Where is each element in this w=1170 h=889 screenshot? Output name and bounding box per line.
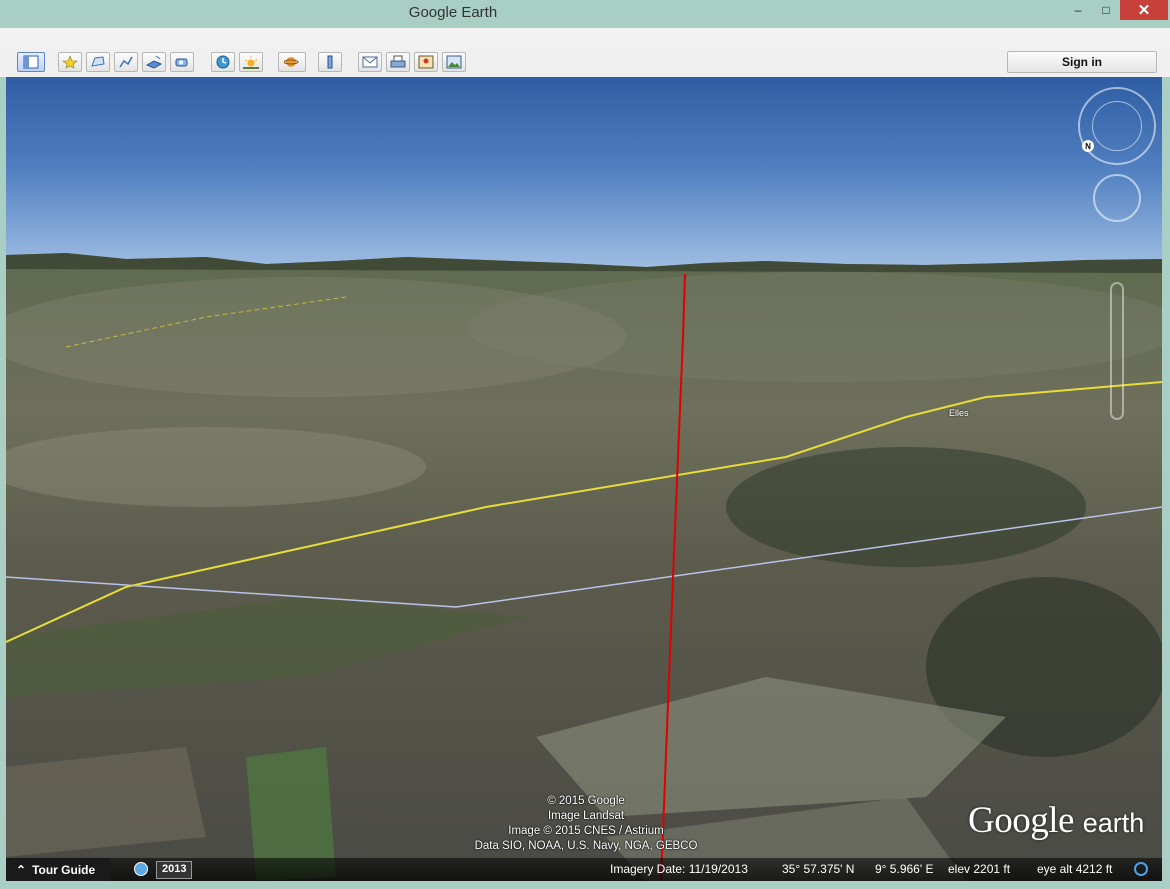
sidebar-toggle-button[interactable] bbox=[17, 52, 45, 72]
save-image-icon bbox=[446, 55, 462, 69]
historical-imagery-button[interactable] bbox=[211, 52, 235, 72]
sun-icon bbox=[243, 56, 259, 69]
window-title: Google Earth bbox=[408, 4, 498, 21]
tour-guide-button[interactable]: ⌃ Tour Guide bbox=[6, 858, 110, 881]
imagery-date: Imagery Date: 11/19/2013 bbox=[610, 862, 748, 876]
add-polygon-button[interactable] bbox=[86, 52, 110, 72]
email-button[interactable] bbox=[358, 52, 382, 72]
map-viewport[interactable]: Elles N © 2015 Google Image Landsat Imag… bbox=[6, 77, 1162, 881]
email-icon bbox=[362, 56, 378, 68]
add-path-button[interactable] bbox=[114, 52, 138, 72]
place-label[interactable]: Elles bbox=[949, 408, 969, 418]
tour-guide-label: Tour Guide bbox=[32, 862, 96, 877]
attribution-line: Data SIO, NOAA, U.S. Navy, NGA, GEBCO bbox=[474, 840, 698, 852]
attribution-line: © 2015 Google bbox=[547, 795, 625, 807]
north-indicator[interactable]: N bbox=[1082, 140, 1094, 152]
zoom-slider[interactable] bbox=[1110, 282, 1124, 420]
eye-altitude-readout: eye alt 4212 ft bbox=[1037, 862, 1113, 876]
ruler-button[interactable] bbox=[318, 52, 342, 72]
logo-main: Google bbox=[968, 800, 1074, 841]
chevron-up-icon: ⌃ bbox=[16, 862, 27, 877]
streaming-progress-icon bbox=[1134, 862, 1148, 876]
menu-bar bbox=[0, 28, 1170, 50]
attribution-line: Image Landsat bbox=[547, 810, 625, 822]
window-frame bbox=[0, 881, 1170, 889]
save-image-button[interactable] bbox=[442, 52, 466, 72]
polygon-icon bbox=[91, 56, 105, 67]
attribution-line: Image © 2015 CNES / Astrium bbox=[508, 825, 664, 837]
print-icon bbox=[390, 55, 406, 68]
record-tour-button[interactable] bbox=[170, 52, 194, 72]
google-earth-logo: Google earth bbox=[968, 799, 1144, 842]
record-tour-icon bbox=[175, 58, 188, 67]
clock-icon[interactable] bbox=[134, 862, 148, 876]
planet-icon bbox=[284, 57, 299, 67]
title-bar: Google Earth – □ ✕ bbox=[0, 0, 1170, 28]
add-image-overlay-button[interactable] bbox=[142, 52, 166, 72]
terrain-view bbox=[6, 253, 1162, 881]
switch-planet-button[interactable] bbox=[278, 52, 306, 72]
sign-in-button[interactable]: Sign in bbox=[1007, 51, 1157, 73]
imagery-year[interactable]: 2013 bbox=[156, 861, 193, 879]
longitude-readout: 9° 5.966' E bbox=[875, 862, 934, 876]
logo-sub: earth bbox=[1082, 808, 1145, 838]
view-in-maps-button[interactable] bbox=[414, 52, 438, 72]
elevation-readout: elev 2201 ft bbox=[948, 862, 1011, 876]
ruler-icon bbox=[327, 55, 333, 69]
toolbar: Sign in bbox=[0, 49, 1170, 78]
add-placemark-button[interactable] bbox=[58, 52, 82, 72]
path-icon bbox=[119, 56, 133, 68]
minimize-button[interactable]: – bbox=[1063, 0, 1093, 20]
maps-icon bbox=[418, 55, 434, 69]
sunlight-button[interactable] bbox=[239, 52, 263, 72]
clock-icon bbox=[216, 55, 230, 69]
move-joystick[interactable] bbox=[1093, 174, 1141, 222]
latitude-readout: 35° 57.375' N bbox=[782, 862, 855, 876]
status-bar: ⌃ Tour Guide 2013 Imagery Date: 11/19/20… bbox=[6, 858, 1162, 881]
maximize-button[interactable]: □ bbox=[1091, 0, 1121, 20]
print-button[interactable] bbox=[386, 52, 410, 72]
look-joystick[interactable] bbox=[1092, 101, 1142, 151]
window-frame bbox=[1162, 77, 1170, 889]
attribution: © 2015 Google Image Landsat Image © 2015… bbox=[446, 794, 726, 854]
image-overlay-icon bbox=[146, 55, 162, 69]
sidebar-icon bbox=[23, 55, 39, 69]
close-button[interactable]: ✕ bbox=[1120, 0, 1168, 20]
window-frame bbox=[0, 77, 6, 889]
pushpin-icon bbox=[62, 55, 78, 69]
